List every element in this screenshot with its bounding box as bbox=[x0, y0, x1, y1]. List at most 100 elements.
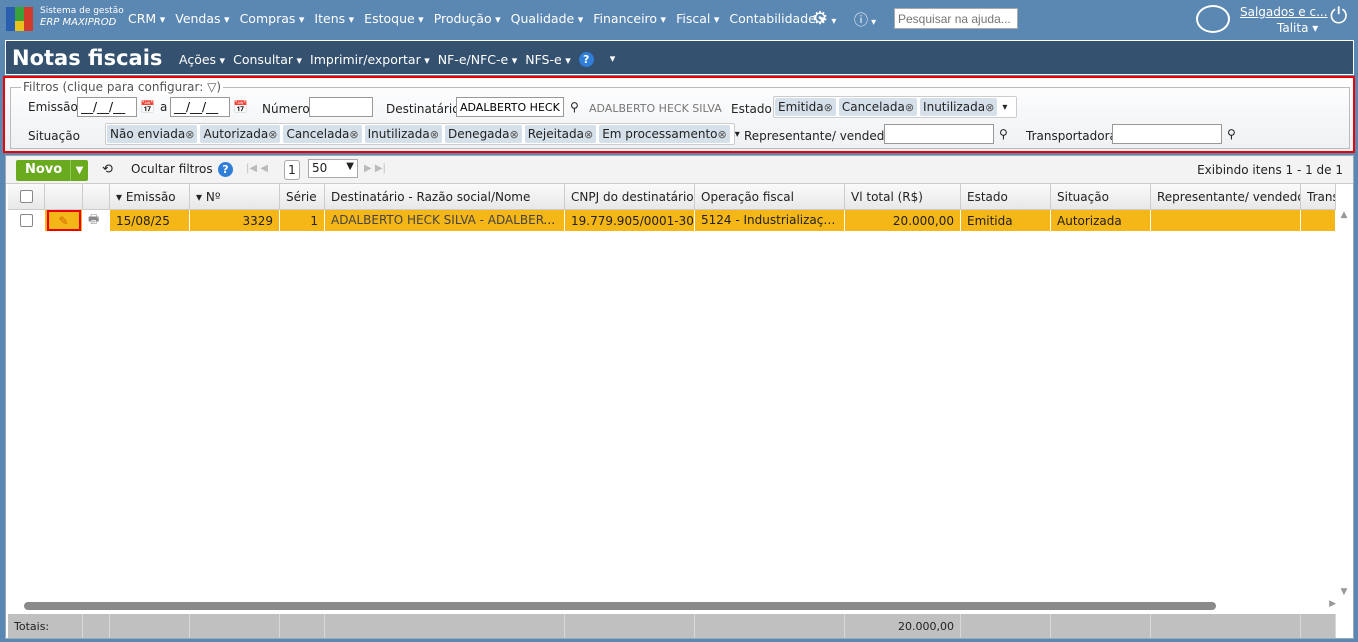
refresh-icon[interactable]: ⟲ bbox=[102, 162, 113, 177]
vertical-scrollbar[interactable]: ▲ ▼ bbox=[1337, 210, 1351, 597]
edit-pencil-icon[interactable]: ✎ bbox=[46, 210, 81, 231]
col-situacao[interactable]: Situação bbox=[1051, 184, 1151, 209]
page-menu: Ações Consultar Imprimir/exportar NF-e/N… bbox=[179, 52, 623, 67]
numero-input[interactable] bbox=[309, 97, 373, 117]
more-dropdown-icon[interactable]: ▾ bbox=[610, 52, 616, 67]
representante-input[interactable] bbox=[884, 124, 994, 144]
tag-emitida[interactable]: Emitida bbox=[775, 98, 836, 116]
menu-contabilidade[interactable]: Contabilidade bbox=[729, 11, 824, 26]
tag[interactable]: Autorizada bbox=[200, 125, 281, 143]
menu-producao[interactable]: Produção bbox=[434, 11, 501, 26]
table-header: ▾ Emissão ▾ Nº Série Destinatário - Razã… bbox=[8, 184, 1336, 210]
menu-qualidade[interactable]: Qualidade bbox=[511, 11, 584, 26]
destinatario-input[interactable] bbox=[456, 97, 564, 117]
cell-emissao: 15/08/25 bbox=[110, 210, 190, 231]
destinatario-link[interactable]: ADALBERTO HECK SILVA - ADALBERTO HECK SI… bbox=[331, 213, 564, 227]
company-link[interactable]: Salgados e c... bbox=[1240, 5, 1328, 19]
tag[interactable]: Não enviada bbox=[107, 125, 198, 143]
cell-serie: 1 bbox=[280, 210, 325, 231]
col-serie[interactable]: Série bbox=[280, 184, 325, 209]
chat-icon[interactable] bbox=[1196, 5, 1230, 33]
menu-crm[interactable]: CRM bbox=[128, 11, 165, 26]
help-search-input[interactable] bbox=[894, 8, 1018, 29]
tag-cancelada[interactable]: Cancelada bbox=[838, 98, 918, 116]
menu-fiscal[interactable]: Fiscal bbox=[676, 11, 719, 26]
power-icon[interactable]: ⏻ bbox=[1330, 4, 1347, 29]
col-operacao[interactable]: Operação fiscal bbox=[695, 184, 845, 209]
col-destinatario[interactable]: Destinatário - Razão social/Nome bbox=[325, 184, 565, 209]
gear-icon[interactable]: ⚙ ▾ bbox=[812, 8, 836, 29]
col-representante[interactable]: Representante/ vendedor bbox=[1151, 184, 1301, 209]
destinatario-name: ADALBERTO HECK SILVA bbox=[589, 102, 722, 115]
col-numero[interactable]: ▾ Nº bbox=[190, 184, 280, 209]
calendar-icon[interactable]: 📅 bbox=[233, 100, 248, 114]
representante-label: Representante/ vendedor bbox=[744, 129, 897, 143]
search-icon[interactable]: ⚲ bbox=[570, 100, 579, 114]
date-from-input[interactable] bbox=[77, 97, 137, 117]
tag[interactable]: Denegada bbox=[444, 125, 522, 143]
menu-nfe[interactable]: NF-e/NFC-e bbox=[438, 52, 517, 67]
col-estado[interactable]: Estado bbox=[961, 184, 1051, 209]
filter-icon[interactable]: ▽ bbox=[207, 80, 216, 94]
help-icon[interactable]: ? bbox=[578, 52, 594, 67]
estado-select[interactable]: Emitida Cancelada Inutilizada ▾ bbox=[773, 96, 1017, 118]
totals-value: 20.000,00 bbox=[845, 614, 961, 638]
situacao-select[interactable]: Não enviada Autorizada Cancelada Inutili… bbox=[105, 123, 740, 145]
select-all-checkbox[interactable] bbox=[19, 190, 33, 203]
menu-estoque[interactable]: Estoque bbox=[364, 11, 424, 26]
chevron-down-icon[interactable]: ▾ bbox=[735, 129, 740, 140]
search-icon[interactable]: ⚲ bbox=[999, 127, 1008, 141]
table-row[interactable]: ✎ 🖶 15/08/25 3329 1 ADALBERTO HECK SILVA… bbox=[8, 210, 1336, 231]
filters-legend[interactable]: Filtros (clique para configurar: ▽) bbox=[21, 80, 224, 94]
page-title: Notas fiscais bbox=[12, 46, 163, 70]
tag[interactable]: Rejeitada bbox=[524, 125, 597, 143]
page-size-select[interactable]: 50 ▼ bbox=[308, 159, 358, 178]
user-name: Talita bbox=[1277, 21, 1309, 35]
cell-transportadora bbox=[1301, 210, 1336, 231]
cell-total: 20.000,00 bbox=[845, 210, 961, 231]
print-icon[interactable]: 🖶 bbox=[83, 210, 110, 231]
menu-imprimir[interactable]: Imprimir/exportar bbox=[310, 52, 430, 67]
logo-icon bbox=[6, 7, 34, 31]
pager-status: Exibindo itens 1 - 1 de 1 bbox=[1197, 163, 1343, 177]
menu-itens[interactable]: Itens bbox=[314, 11, 354, 26]
totals-label: Totais: bbox=[8, 614, 83, 638]
row-checkbox[interactable] bbox=[19, 214, 33, 227]
menu-acoes[interactable]: Ações bbox=[179, 52, 225, 67]
chevron-down-icon[interactable]: ▾ bbox=[1002, 102, 1007, 113]
menu-consultar[interactable]: Consultar bbox=[233, 52, 302, 67]
cell-cnpj: 19.779.905/0001-30 bbox=[565, 210, 695, 231]
next-page-icon[interactable]: ▶ ▶| bbox=[364, 163, 386, 174]
menu-compras[interactable]: Compras bbox=[240, 11, 305, 26]
col-total[interactable]: Vl total (R$) bbox=[845, 184, 961, 209]
help-icon[interactable]: ? bbox=[218, 162, 233, 177]
novo-dropdown-icon[interactable]: ▼ bbox=[70, 160, 88, 181]
invoice-grid: Novo ▼ ⟲ Ocultar filtros ? |◀ ◀ 1 50 ▼ ▶ ▶… bbox=[5, 155, 1354, 639]
page-number[interactable]: 1 bbox=[284, 160, 300, 180]
search-icon[interactable]: ⚲ bbox=[1227, 127, 1236, 141]
date-to-input[interactable] bbox=[170, 97, 230, 117]
novo-button[interactable]: Novo ▼ bbox=[16, 160, 88, 181]
tag-inutilizada[interactable]: Inutilizada bbox=[920, 98, 998, 116]
destinatario-label: Destinatário bbox=[386, 102, 460, 116]
calendar-icon[interactable]: 📅 bbox=[140, 100, 155, 114]
menu-vendas[interactable]: Vendas bbox=[175, 11, 229, 26]
top-navbar: Sistema de gestãoERP MAXIPROD CRM Vendas… bbox=[0, 0, 1358, 40]
tag[interactable]: Em processamento bbox=[599, 125, 730, 143]
scrollbar-thumb[interactable] bbox=[24, 602, 1216, 610]
transportadora-label: Transportadora bbox=[1026, 129, 1117, 143]
transportadora-input[interactable] bbox=[1112, 124, 1222, 144]
hide-filters-button[interactable]: Ocultar filtros bbox=[131, 162, 213, 176]
grid-toolbar: Novo ▼ ⟲ Ocultar filtros ? |◀ ◀ 1 50 ▼ ▶ ▶… bbox=[6, 156, 1353, 184]
col-transportadora[interactable]: Trans bbox=[1301, 184, 1336, 209]
menu-nfse[interactable]: NFS-e bbox=[525, 52, 571, 67]
horizontal-scrollbar[interactable]: ▶ bbox=[10, 599, 1336, 612]
menu-financeiro[interactable]: Financeiro bbox=[593, 11, 666, 26]
user-menu[interactable]: Talita ▾ bbox=[1277, 21, 1318, 35]
help-menu-icon[interactable]: ⓘ ▾ bbox=[854, 10, 876, 30]
col-emissao[interactable]: ▾ Emissão bbox=[110, 184, 190, 209]
col-cnpj[interactable]: CNPJ do destinatário bbox=[565, 184, 695, 209]
tag[interactable]: Cancelada bbox=[283, 125, 362, 143]
tag[interactable]: Inutilizada bbox=[364, 125, 442, 143]
first-page-icon[interactable]: |◀ ◀ bbox=[246, 163, 268, 174]
